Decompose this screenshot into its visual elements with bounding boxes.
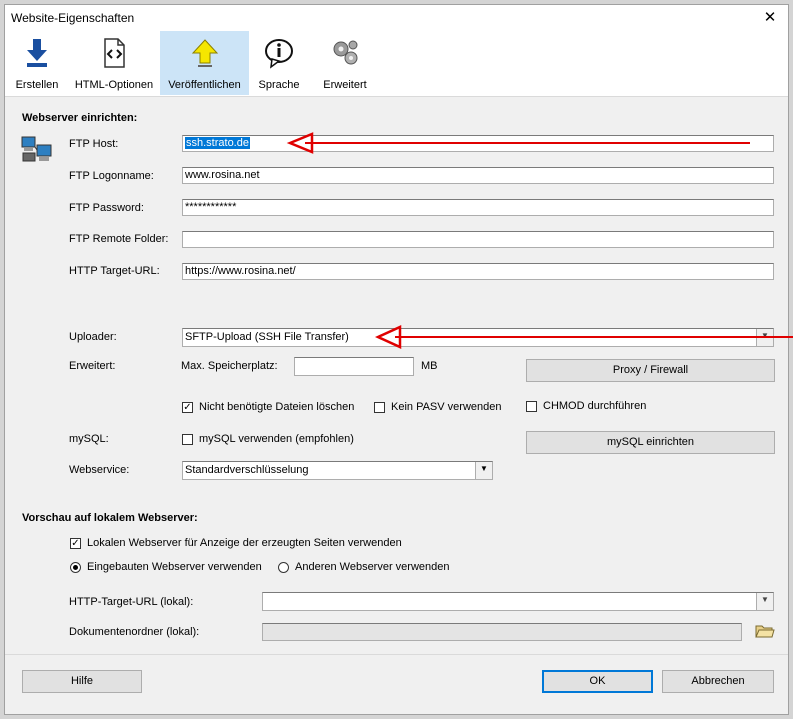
annotation-arrow-uploader [374, 325, 793, 349]
annotation-arrow-ftp-host [286, 132, 750, 154]
annotation-arrows [286, 132, 793, 349]
